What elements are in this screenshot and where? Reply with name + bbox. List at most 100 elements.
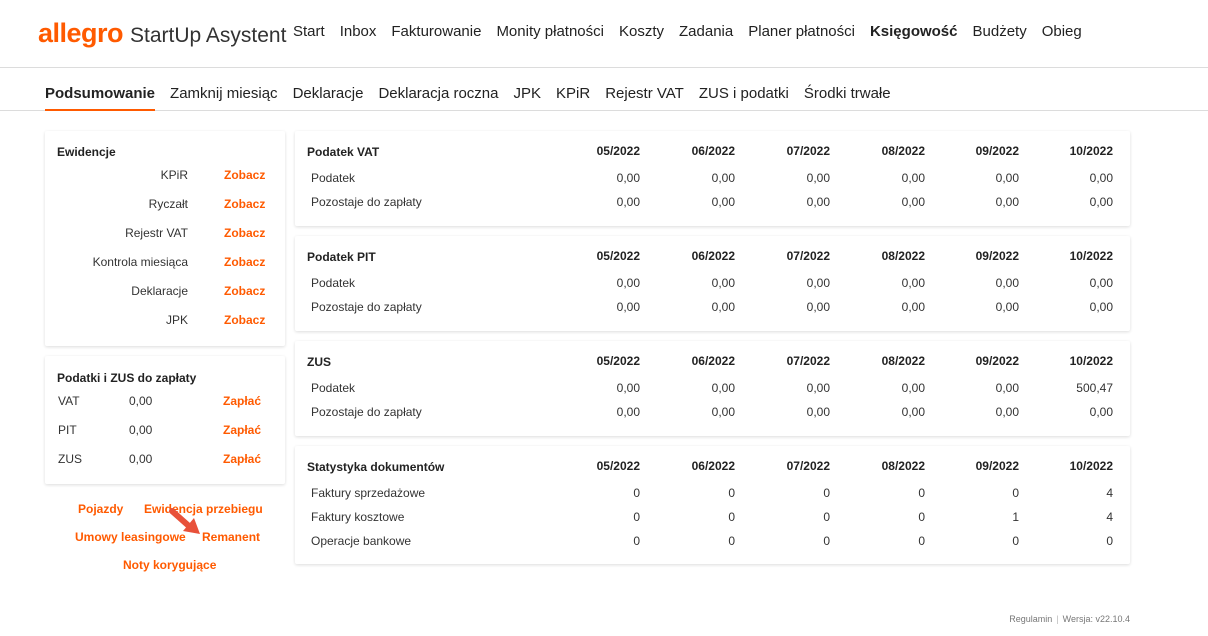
- month-header: 06/2022: [691, 354, 735, 368]
- month-header: 10/2022: [1069, 354, 1113, 368]
- month-header: 06/2022: [691, 144, 735, 158]
- nav-item-koszty[interactable]: Koszty: [619, 23, 664, 40]
- footer: Regulamin | Wersja: v22.10.4: [1009, 614, 1130, 624]
- summary-cell: 0: [918, 486, 925, 500]
- month-header: 06/2022: [691, 459, 735, 473]
- subnav-tab-rejestr-vat[interactable]: Rejestr VAT: [605, 85, 684, 110]
- summary-cell: 0,00: [711, 381, 735, 395]
- ewidencje-row: JPK Zobacz: [45, 313, 285, 333]
- ewidencje-row-label: JPK: [165, 313, 188, 327]
- tax-name: PIT: [58, 423, 77, 437]
- summary-cell: 0: [728, 486, 735, 500]
- month-header: 08/2022: [881, 144, 925, 158]
- zobacz-link[interactable]: Zobacz: [224, 168, 265, 182]
- tax-amount: 0,00: [129, 394, 153, 408]
- zaplac-link[interactable]: Zapłać: [223, 452, 261, 466]
- summary-cell: 500,47: [1076, 381, 1113, 395]
- summary-cell: 0: [1012, 534, 1019, 548]
- summary-cell: 1: [1012, 510, 1019, 524]
- summary-cell: 0,00: [901, 405, 925, 419]
- summary-cell: 0,00: [1089, 276, 1113, 290]
- noty-korygujace-link[interactable]: Noty korygujące: [123, 558, 216, 572]
- app-logo[interactable]: allegro StartUp Asystent: [38, 18, 286, 49]
- subnav-tab-deklaracja-roczna[interactable]: Deklaracja roczna: [378, 85, 498, 110]
- subnav-tab-srodki-trwale[interactable]: Środki trwałe: [804, 85, 891, 110]
- summary-cell: 0,00: [1089, 195, 1113, 209]
- summary-cell: 0,00: [711, 276, 735, 290]
- month-header: 06/2022: [691, 249, 735, 263]
- version-label: Wersja: v22.10.4: [1062, 614, 1130, 624]
- summary-cell: 0,00: [711, 171, 735, 185]
- ewidencje-title: Ewidencje: [57, 145, 116, 159]
- summary-cell: 0: [823, 510, 830, 524]
- pointer-arrow-icon: [169, 508, 200, 534]
- ewidencje-row: Ryczałt Zobacz: [45, 197, 285, 217]
- zaplac-link[interactable]: Zapłać: [223, 394, 261, 408]
- ewidencje-row-label: Rejestr VAT: [125, 226, 188, 240]
- summary-row-label: Faktury kosztowe: [311, 510, 405, 524]
- month-header: 08/2022: [881, 354, 925, 368]
- summary-cell: 0,00: [806, 276, 830, 290]
- subnav-tab-jpk[interactable]: JPK: [514, 85, 542, 110]
- summary-row-label: Podatek: [311, 171, 356, 185]
- summary-cell: 0: [633, 486, 640, 500]
- summary-cell: 0: [918, 510, 925, 524]
- summary-cell: 0: [633, 510, 640, 524]
- nav-item-zadania[interactable]: Zadania: [679, 23, 733, 40]
- summary-cell: 0: [1106, 534, 1113, 548]
- remanent-link[interactable]: Remanent: [202, 530, 260, 544]
- summary-panel-podatek-vat: Podatek VAT 05/2022 06/2022 07/2022 08/2022 0…: [295, 131, 1130, 226]
- nav-item-inbox[interactable]: Inbox: [340, 23, 377, 40]
- tax-name: ZUS: [58, 452, 82, 466]
- subnav-tab-kpir[interactable]: KPiR: [556, 85, 590, 110]
- summary-panel-zus: ZUS 05/2022 06/2022 07/2022 08/2022 09/2022 10…: [295, 341, 1130, 436]
- top-header: allegro StartUp Asystent Start Inbox Faktu…: [0, 0, 1208, 68]
- nav-item-fakturowanie[interactable]: Fakturowanie: [391, 23, 481, 40]
- subnav-tab-podsumowanie[interactable]: Podsumowanie: [45, 85, 156, 111]
- zobacz-link[interactable]: Zobacz: [224, 197, 265, 211]
- regulamin-link[interactable]: Regulamin: [1009, 614, 1052, 624]
- summary-row-label: Podatek: [311, 276, 356, 290]
- summary-row-label: Pozostaje do zapłaty: [311, 300, 422, 314]
- summary-cell: 4: [1106, 486, 1113, 500]
- summary-cell: 0,00: [901, 276, 925, 290]
- subnav-tab-deklaracje[interactable]: Deklaracje: [293, 85, 364, 110]
- month-header: 05/2022: [596, 354, 640, 368]
- ewidencje-row-label: Kontrola miesiąca: [92, 255, 188, 269]
- summary-cell: 0,00: [806, 171, 830, 185]
- summary-cell: 0,00: [901, 300, 925, 314]
- summary-cell: 0,00: [995, 171, 1019, 185]
- nav-item-start[interactable]: Start: [293, 23, 325, 40]
- summary-cell: 0,00: [616, 381, 640, 395]
- zobacz-link[interactable]: Zobacz: [224, 284, 265, 298]
- summary-panel-title: ZUS: [307, 355, 331, 369]
- zobacz-link[interactable]: Zobacz: [224, 226, 265, 240]
- nav-item-monity-platnosci[interactable]: Monity płatności: [496, 23, 604, 40]
- summary-cell: 0,00: [711, 405, 735, 419]
- summary-row-label: Pozostaje do zapłaty: [311, 405, 422, 419]
- summary-cell: 0: [823, 534, 830, 548]
- zobacz-link[interactable]: Zobacz: [224, 313, 265, 327]
- ewidencje-row: Deklaracje Zobacz: [45, 284, 285, 304]
- ewidencje-row-label: KPiR: [160, 168, 188, 182]
- summary-cell: 0: [823, 486, 830, 500]
- nav-item-budzety[interactable]: Budżety: [973, 23, 1027, 40]
- month-header: 05/2022: [596, 144, 640, 158]
- summary-row-label: Faktury sprzedażowe: [311, 486, 426, 500]
- zaplac-link[interactable]: Zapłać: [223, 423, 261, 437]
- subnav-tab-zamknij-miesiac[interactable]: Zamknij miesiąc: [170, 85, 278, 110]
- summary-cell: 0: [1012, 486, 1019, 500]
- month-header: 07/2022: [786, 459, 830, 473]
- nav-item-ksiegowosc[interactable]: Księgowość: [870, 23, 958, 40]
- nav-item-obieg[interactable]: Obieg: [1042, 23, 1082, 40]
- zobacz-link[interactable]: Zobacz: [224, 255, 265, 269]
- pojazdy-link[interactable]: Pojazdy: [78, 502, 123, 516]
- summary-panel-podatek-pit: Podatek PIT 05/2022 06/2022 07/2022 08/2022 0…: [295, 236, 1130, 331]
- month-header: 09/2022: [975, 354, 1019, 368]
- summary-panel-title: Podatek PIT: [307, 250, 376, 264]
- month-header: 10/2022: [1069, 144, 1113, 158]
- subnav-tab-zus-i-podatki[interactable]: ZUS i podatki: [699, 85, 789, 110]
- summary-cell: 0,00: [995, 300, 1019, 314]
- brand-logo-text: allegro: [38, 18, 124, 48]
- nav-item-planer-platnosci[interactable]: Planer płatności: [748, 23, 855, 40]
